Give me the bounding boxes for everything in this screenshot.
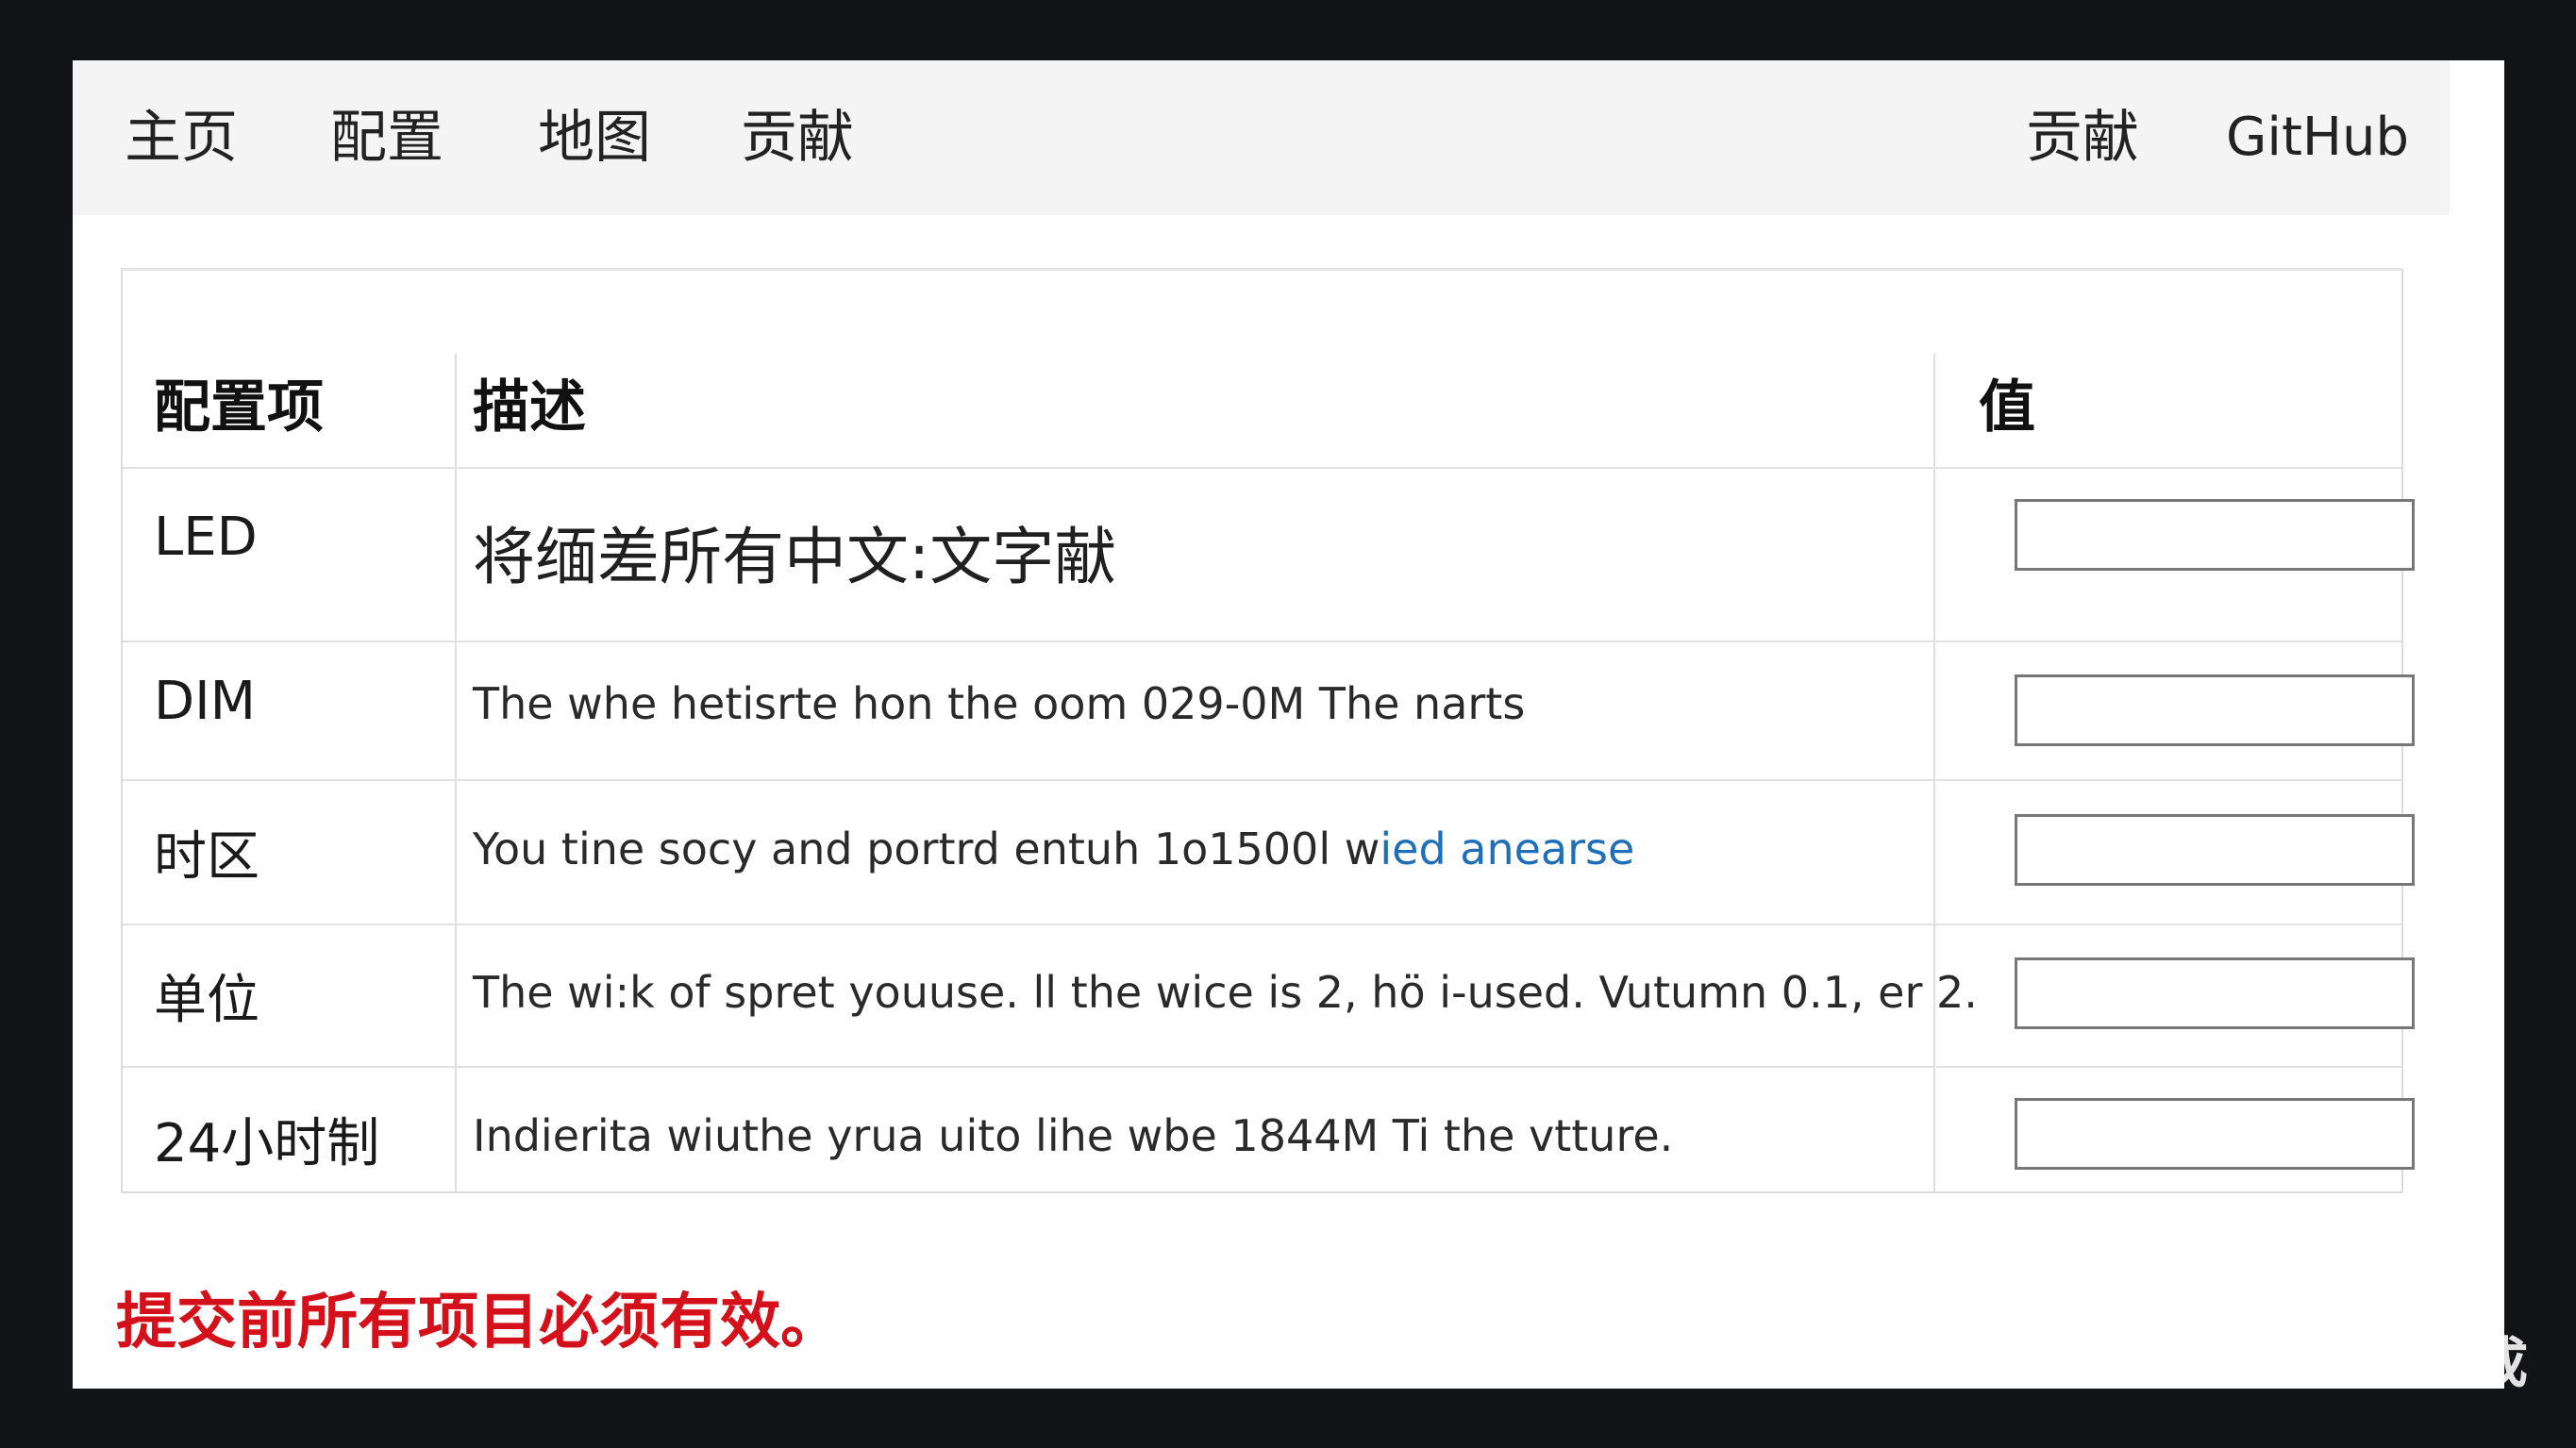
top-navbar: 主页 配置 地图 贡献 贡献 GitHub: [73, 60, 2450, 215]
description-link[interactable]: ied anearse: [1380, 824, 1634, 874]
units-value-input[interactable]: [2015, 957, 2415, 1029]
row-description: The wi:k of spret youuse. ll the wice is…: [473, 967, 1978, 1018]
header-value: 值: [1979, 374, 2035, 441]
row-divider: [123, 467, 2401, 469]
header-description: 描述: [473, 374, 586, 441]
row-key: 24小时制: [154, 1113, 380, 1174]
dim-value-input[interactable]: [2015, 674, 2415, 746]
row-key: 单位: [154, 970, 259, 1031]
row-divider: [123, 779, 2401, 781]
nav-github-link[interactable]: GitHub: [2226, 60, 2409, 215]
validation-notice: 提交前所有项目必须有效。: [116, 1288, 841, 1357]
row-description: Indierita wiuthe yrua uito lihe wbe 1844…: [473, 1110, 1674, 1161]
row-description: The whe hetisrte hon the oom 029-0M The …: [473, 678, 1526, 729]
row-description: 将缅差所有中文:文字献: [473, 521, 1117, 593]
header-key: 配置项: [154, 374, 324, 441]
nav-contribute-link[interactable]: 贡献: [741, 60, 854, 215]
row-divider: [123, 1066, 2401, 1068]
config-table: 配置项 描述 值 LED 将缅差所有中文:文字献 DIM The whe het…: [121, 268, 2415, 1193]
24hour-value-input[interactable]: [2015, 1098, 2415, 1170]
watermark: 豆包AI生成: [2241, 1331, 2529, 1395]
row-divider: [123, 641, 2401, 642]
timezone-value-input[interactable]: [2015, 814, 2415, 886]
nav-home-link[interactable]: 主页: [125, 60, 238, 215]
row-key: 时区: [154, 826, 259, 888]
app-window: 主页 配置 地图 贡献 贡献 GitHub 配置项 描述 值 LED 将缅差所有…: [73, 60, 2504, 1389]
row-key: DIM: [154, 671, 256, 732]
nav-contribute-right-link[interactable]: 贡献: [2026, 60, 2139, 215]
row-key: LED: [154, 507, 258, 568]
row-description: You tine socy and portrd entuh 1o1500l w…: [473, 824, 1635, 874]
nav-map-link[interactable]: 地图: [538, 60, 651, 215]
nav-config-link[interactable]: 配置: [330, 60, 443, 215]
row-divider: [123, 924, 2401, 925]
led-value-input[interactable]: [2015, 499, 2415, 571]
